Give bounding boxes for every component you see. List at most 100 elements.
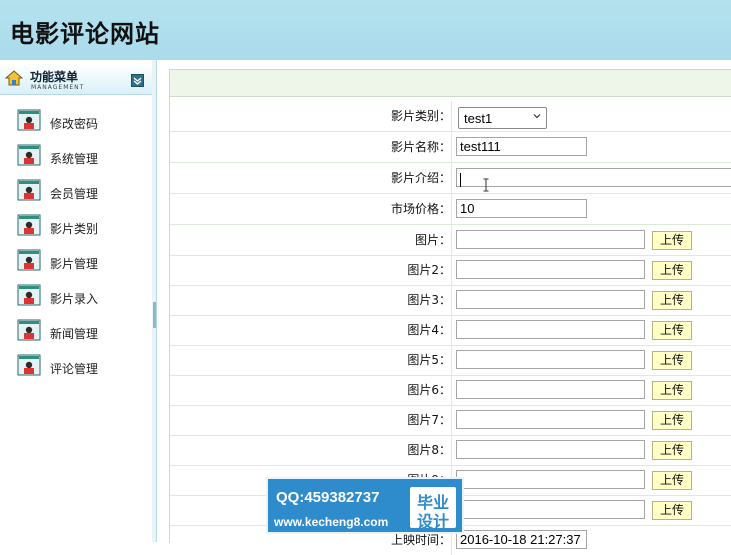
row-image-4: 图片4： 上传 <box>170 315 731 346</box>
menu-item-label: 会员管理 <box>50 187 99 201</box>
image-path-input[interactable] <box>456 440 645 459</box>
image-path-input[interactable] <box>456 410 645 429</box>
menu-item-change-password[interactable]: 修改密码 <box>0 105 152 140</box>
upload-button[interactable]: 上传 <box>652 471 692 490</box>
site-title: 电影评论网站 <box>10 20 160 48</box>
film-entry-form: 影片类别： test1 影片名称： test111 影片介绍： 市场价格： 10… <box>169 69 731 555</box>
watermark-overlay: QQ:459382737 www.kecheng8.com 毕业 设计 <box>266 477 464 534</box>
collapse-menu-button[interactable] <box>131 74 144 87</box>
user-card-icon <box>17 144 41 166</box>
watermark-badge-line2: 设计 <box>416 512 449 531</box>
price-input[interactable]: 10 <box>456 199 587 218</box>
image-path-input[interactable] <box>456 320 645 339</box>
image-label: 图片8： <box>407 443 451 457</box>
image-path-input[interactable] <box>456 470 645 489</box>
sidebar: 功能菜单 MANAGEMENT 修改密码 系统管理 会员管理 影片类别 影片管理… <box>0 60 153 542</box>
name-input[interactable]: test111 <box>456 137 587 156</box>
upload-button[interactable]: 上传 <box>652 501 692 520</box>
home-icon <box>5 70 23 86</box>
menu-item-review-management[interactable]: 评论管理 <box>0 350 152 385</box>
row-divider <box>451 405 452 435</box>
menu-item-label: 评论管理 <box>50 362 99 376</box>
menu-item-news-management[interactable]: 新闻管理 <box>0 315 152 350</box>
row-divider <box>451 435 452 465</box>
row-category: 影片类别： test1 <box>170 101 731 132</box>
row-divider <box>451 194 452 224</box>
user-card-icon <box>17 354 41 376</box>
intro-label: 影片介绍： <box>390 171 451 185</box>
image-label: 图片5： <box>407 353 451 367</box>
upload-button[interactable]: 上传 <box>652 411 692 430</box>
chevron-down-icon <box>133 77 142 85</box>
user-card-icon <box>17 179 41 201</box>
watermark-qq: QQ:459382737 <box>276 489 380 506</box>
menu-item-label: 影片管理 <box>50 257 99 271</box>
row-divider <box>451 225 452 255</box>
menu-item-label: 系统管理 <box>50 152 99 166</box>
image-label: 图片6： <box>407 383 451 397</box>
user-card-icon <box>17 284 41 306</box>
price-label: 市场价格： <box>390 202 451 216</box>
row-divider <box>451 375 452 405</box>
menu-item-label: 影片录入 <box>50 292 99 306</box>
image-label: 图片7： <box>407 413 451 427</box>
chevron-down-icon <box>533 114 541 119</box>
menu-header: 功能菜单 MANAGEMENT <box>0 64 152 95</box>
row-divider <box>451 101 452 131</box>
row-intro: 影片介绍： <box>170 163 731 194</box>
upload-button[interactable]: 上传 <box>652 231 692 250</box>
upload-button[interactable]: 上传 <box>652 321 692 340</box>
name-label: 影片名称： <box>390 140 451 154</box>
row-divider <box>451 315 452 345</box>
menu-item-label: 影片类别 <box>50 222 99 236</box>
splitter-handle[interactable] <box>153 302 156 328</box>
row-image-3: 图片3： 上传 <box>170 285 731 316</box>
category-select[interactable]: test1 <box>458 107 547 129</box>
row-divider <box>451 345 452 375</box>
row-name: 影片名称： test111 <box>170 132 731 163</box>
menu-list: 修改密码 系统管理 会员管理 影片类别 影片管理 影片录入 新闻管理 评论管理 <box>0 105 152 385</box>
user-card-icon <box>17 319 41 341</box>
image-label: 图片4： <box>407 323 451 337</box>
menu-title: 功能菜单 <box>30 70 79 84</box>
image-label: 图片： <box>414 233 451 247</box>
image-path-input[interactable] <box>456 260 645 279</box>
upload-button[interactable]: 上传 <box>652 351 692 370</box>
user-card-icon <box>17 109 41 131</box>
menu-item-label: 新闻管理 <box>50 327 99 341</box>
top-header: 电影评论网站 <box>0 0 731 60</box>
row-divider <box>451 163 452 193</box>
row-divider <box>451 132 452 162</box>
release-time-input[interactable]: 2016-10-18 21:27:37 <box>456 530 587 549</box>
watermark-url: www.kecheng8.com <box>274 515 389 529</box>
row-divider <box>451 285 452 315</box>
menu-item-member-management[interactable]: 会员管理 <box>0 175 152 210</box>
image-label: 图片3： <box>407 293 451 307</box>
upload-button[interactable]: 上传 <box>652 381 692 400</box>
row-image-2: 图片2： 上传 <box>170 255 731 286</box>
image-path-input[interactable] <box>456 230 645 249</box>
intro-input[interactable] <box>456 168 731 187</box>
row-image-7: 图片7： 上传 <box>170 405 731 436</box>
upload-button[interactable]: 上传 <box>652 261 692 280</box>
image-path-input[interactable] <box>456 380 645 399</box>
menu-subtitle: MANAGEMENT <box>31 84 85 91</box>
image-path-input[interactable] <box>456 290 645 309</box>
upload-button[interactable]: 上传 <box>652 441 692 460</box>
menu-item-film-category[interactable]: 影片类别 <box>0 210 152 245</box>
frame-splitter[interactable] <box>152 60 157 542</box>
row-price: 市场价格： 10 <box>170 194 731 225</box>
menu-item-film-management[interactable]: 影片管理 <box>0 245 152 280</box>
menu-item-system-management[interactable]: 系统管理 <box>0 140 152 175</box>
row-image-6: 图片6： 上传 <box>170 375 731 406</box>
upload-button[interactable]: 上传 <box>652 291 692 310</box>
menu-item-label: 修改密码 <box>50 117 99 131</box>
category-label: 影片类别： <box>390 109 451 123</box>
user-card-icon <box>17 249 41 271</box>
menu-item-film-entry[interactable]: 影片录入 <box>0 280 152 315</box>
image-path-input[interactable] <box>456 500 645 519</box>
image-path-input[interactable] <box>456 350 645 369</box>
user-card-icon <box>17 214 41 236</box>
row-image-5: 图片5： 上传 <box>170 345 731 376</box>
row-image-8: 图片8： 上传 <box>170 435 731 466</box>
